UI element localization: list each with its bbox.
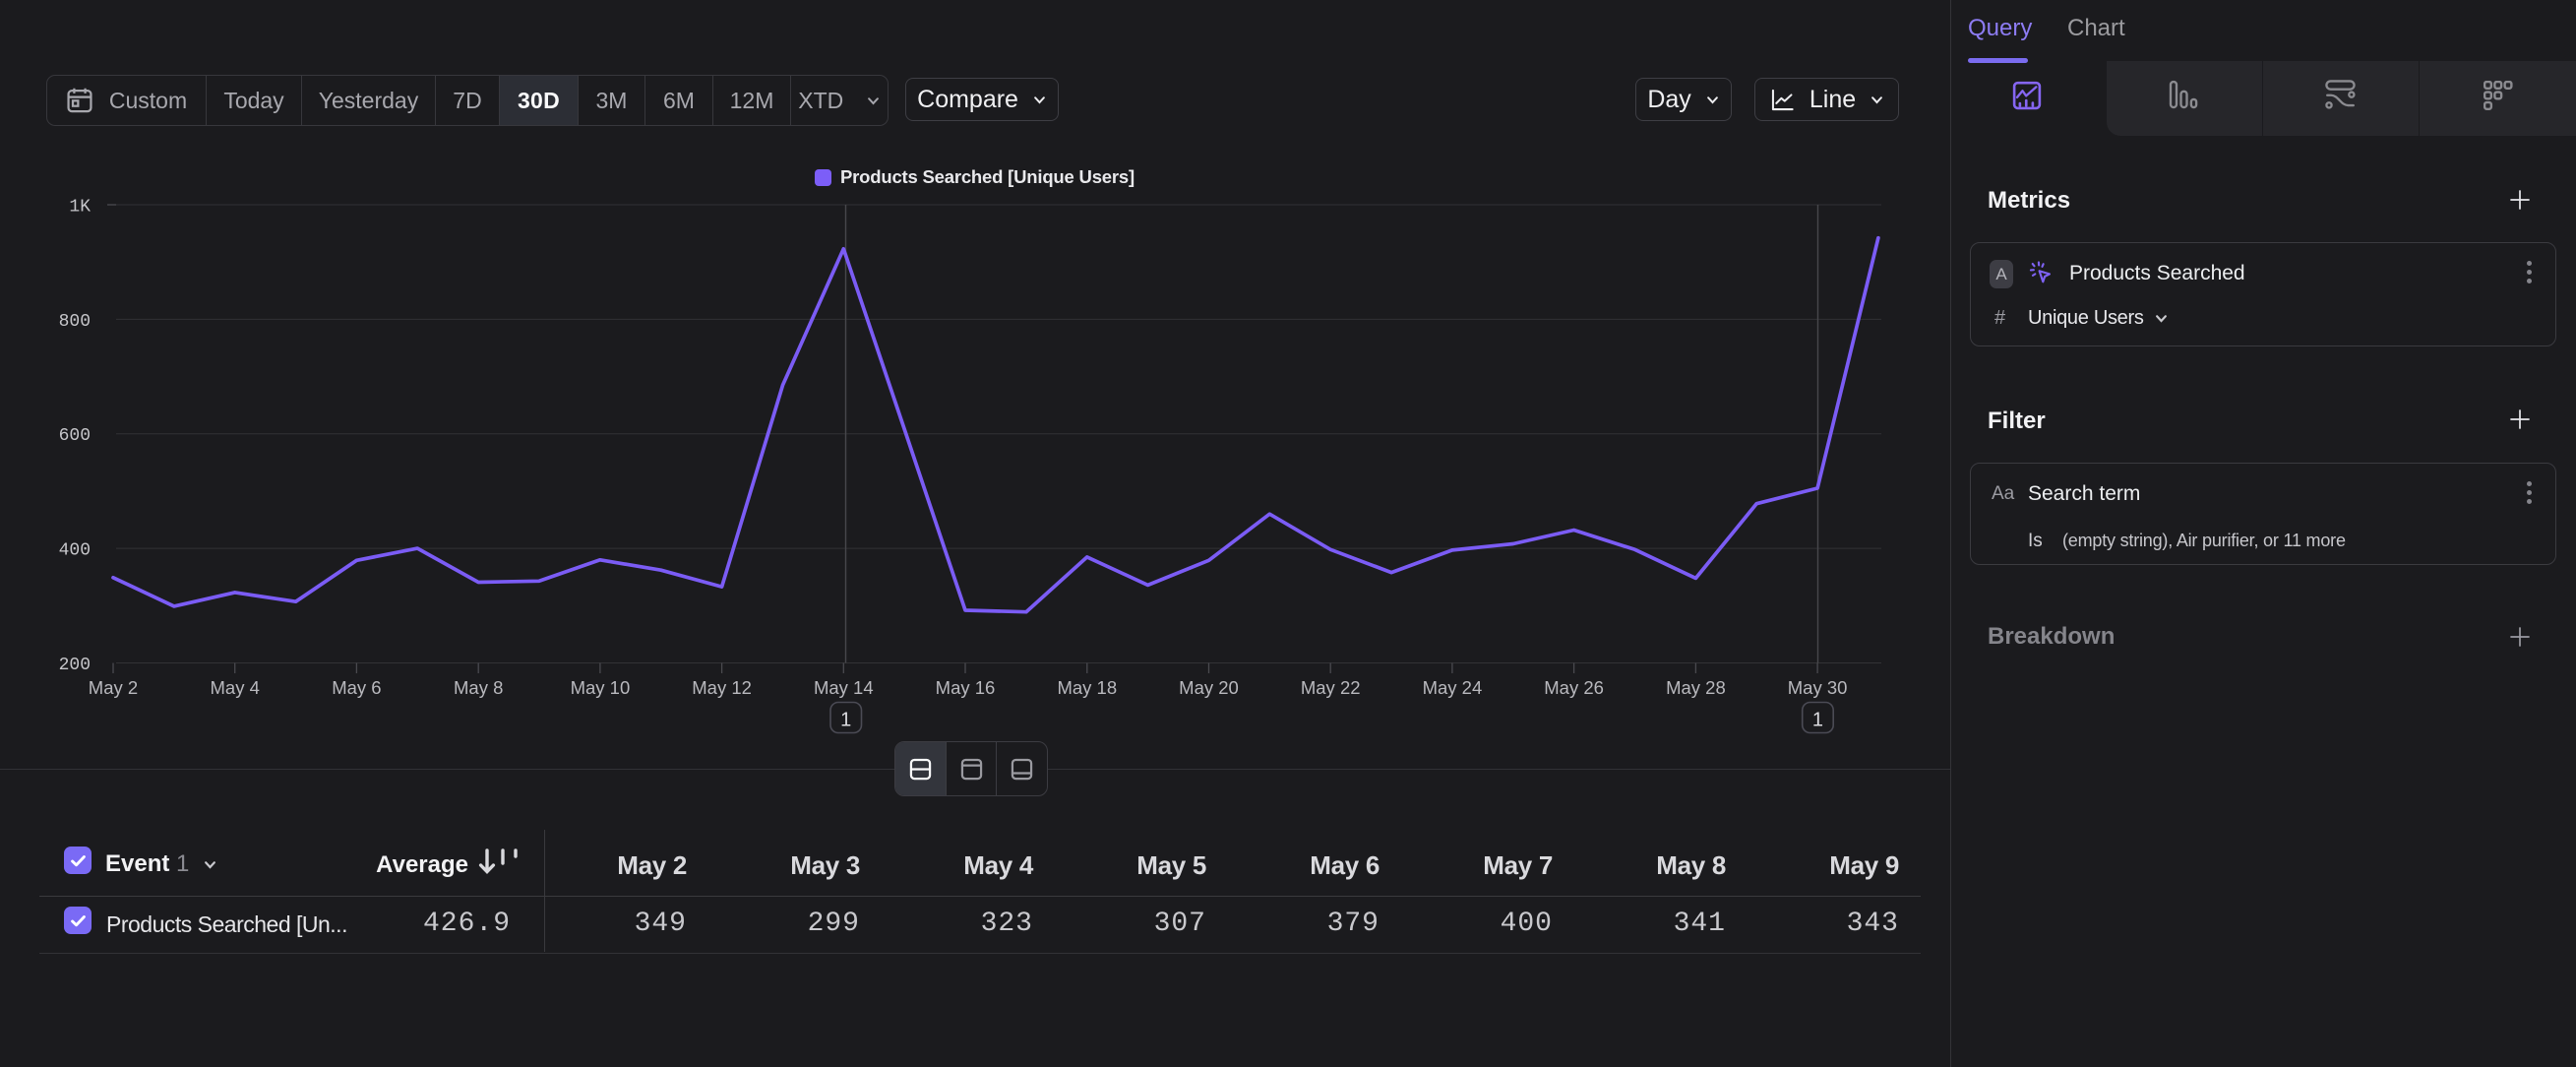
svg-text:400: 400	[59, 541, 91, 561]
svg-text:May 28: May 28	[1666, 677, 1726, 698]
svg-text:May 30: May 30	[1788, 677, 1848, 698]
svg-text:800: 800	[59, 312, 91, 332]
svg-text:May 8: May 8	[454, 677, 503, 698]
svg-text:600: 600	[59, 426, 91, 446]
svg-text:May 14: May 14	[814, 677, 874, 698]
svg-text:May 12: May 12	[692, 677, 752, 698]
svg-text:May 6: May 6	[332, 677, 381, 698]
svg-text:1K: 1K	[69, 198, 91, 218]
svg-text:May 20: May 20	[1179, 677, 1239, 698]
svg-text:May 24: May 24	[1423, 677, 1483, 698]
svg-text:May 2: May 2	[89, 677, 138, 698]
svg-text:1: 1	[840, 710, 851, 731]
svg-text:200: 200	[59, 656, 91, 675]
svg-text:May 10: May 10	[571, 677, 631, 698]
svg-text:1: 1	[1812, 710, 1823, 731]
svg-text:May 4: May 4	[211, 677, 260, 698]
svg-text:May 22: May 22	[1301, 677, 1361, 698]
svg-text:May 26: May 26	[1544, 677, 1604, 698]
svg-text:May 16: May 16	[936, 677, 996, 698]
svg-text:May 18: May 18	[1057, 677, 1117, 698]
